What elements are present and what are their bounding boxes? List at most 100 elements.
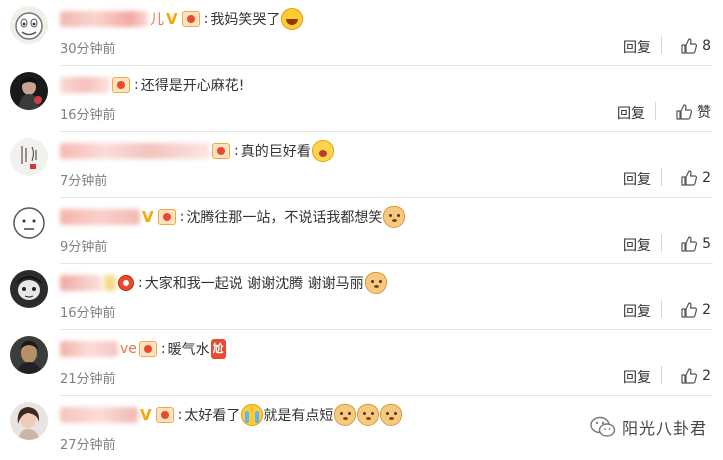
username-blurred[interactable] xyxy=(60,143,210,159)
watermark: 阳光八卦君 xyxy=(585,413,711,441)
colon: : xyxy=(160,341,166,357)
like-count: 2 xyxy=(702,302,711,318)
like-button[interactable]: 5 xyxy=(665,232,711,256)
like-button[interactable]: 2 xyxy=(665,298,711,322)
divider xyxy=(661,234,662,252)
doge-emoji-icon xyxy=(334,404,357,426)
like-count: 5 xyxy=(702,236,711,252)
doge-emoji-icon xyxy=(380,404,403,426)
avatar[interactable] xyxy=(10,270,48,308)
divider xyxy=(661,168,662,186)
divider xyxy=(661,300,662,318)
username-blurred[interactable] xyxy=(60,341,118,357)
like-count: 2 xyxy=(702,170,711,186)
avatar[interactable] xyxy=(10,204,48,242)
reply-button[interactable]: 回复 xyxy=(623,301,651,321)
colon: : xyxy=(134,77,139,93)
colon: : xyxy=(177,407,183,423)
comment-line: V : 沈腾往那一站，不说话我都想笑 xyxy=(60,206,406,228)
doge-emoji-icon xyxy=(383,206,406,228)
comment-line: 儿 V : 我妈笑哭了 xyxy=(60,8,304,30)
reply-button[interactable]: 回复 xyxy=(623,37,651,57)
comment-item: : 真的巨好看 7分钟前 回复 2 xyxy=(0,132,723,198)
username-blurred[interactable] xyxy=(60,275,102,291)
comment-item: 儿 V : 我妈笑哭了 30分钟前 回复 8 xyxy=(0,0,723,66)
thumbs-up-icon xyxy=(681,236,698,252)
like-button[interactable]: 2 xyxy=(665,364,711,388)
username-tail[interactable]: 儿 xyxy=(150,9,164,29)
timestamp: 27分钟前 xyxy=(60,438,116,453)
colon: : xyxy=(138,275,143,291)
thumbs-up-icon xyxy=(681,368,698,384)
colon: : xyxy=(179,209,185,225)
username-blurred[interactable] xyxy=(60,11,148,27)
comment-item: ve : 暖气水 尬 21分钟前 回复 2 xyxy=(0,330,723,396)
avatar[interactable] xyxy=(10,336,48,374)
comment-text-continued: 就是有点短 xyxy=(263,408,334,424)
colon: : xyxy=(203,11,209,27)
medal-icon xyxy=(212,143,230,159)
vip-v-icon: V xyxy=(166,10,178,28)
comment-text: 大家和我一起说 谢谢沈腾 谢谢马丽 xyxy=(144,276,364,292)
like-button[interactable]: 赞 xyxy=(657,100,711,124)
comment-text: 还得是开心麻花! xyxy=(140,78,245,94)
thumbs-up-icon xyxy=(681,170,698,186)
like-button[interactable]: 2 xyxy=(665,166,711,190)
doge-emoji-icon xyxy=(364,272,387,294)
username-blurred[interactable] xyxy=(60,407,138,423)
medal-icon xyxy=(157,209,176,225)
like-button[interactable]: 8 xyxy=(665,34,711,58)
divider xyxy=(661,366,662,384)
comment-line: : 还得是开心麻花! xyxy=(60,74,244,96)
reply-button[interactable]: 回复 xyxy=(623,169,651,189)
username-blurred[interactable] xyxy=(60,77,110,93)
avatar[interactable] xyxy=(10,72,48,110)
ga-sticker-icon: 尬 xyxy=(210,339,226,359)
username-blurred[interactable] xyxy=(60,209,140,225)
medal-icon xyxy=(155,407,174,423)
doge-emoji-icon xyxy=(357,404,380,426)
colon: : xyxy=(234,143,239,159)
thumbs-up-icon xyxy=(681,302,698,318)
timestamp: 30分钟前 xyxy=(60,42,116,57)
username-tail[interactable]: ve xyxy=(120,341,137,357)
cheer-emoji-icon xyxy=(311,140,334,162)
comment-line: ve : 暖气水 尬 xyxy=(60,338,226,360)
wechat-icon xyxy=(590,416,616,437)
laugh-cry-emoji-icon xyxy=(281,8,304,30)
medal-icon xyxy=(181,11,200,27)
comment-item: : 大家和我一起说 谢谢沈腾 谢谢马丽 16分钟前 回复 2 xyxy=(0,264,723,330)
medal-icon xyxy=(112,77,130,93)
comment-line: : 大家和我一起说 谢谢沈腾 谢谢马丽 xyxy=(60,272,387,294)
comment-line: : 真的巨好看 xyxy=(60,140,334,162)
comment-text: 真的巨好看 xyxy=(240,144,311,160)
like-count: 8 xyxy=(702,38,711,54)
vip-v-icon: V xyxy=(142,208,154,226)
watermark-text: 阳光八卦君 xyxy=(621,419,707,438)
avatar[interactable] xyxy=(10,6,48,44)
comment-text: 太好看了 xyxy=(184,408,241,424)
timestamp: 16分钟前 xyxy=(60,306,116,321)
like-count: 2 xyxy=(702,368,711,384)
thumbs-up-icon xyxy=(681,38,698,54)
red-medal-icon xyxy=(118,275,134,291)
comment-item: : 还得是开心麻花! 16分钟前 回复 赞 xyxy=(0,66,723,132)
reply-button[interactable]: 回复 xyxy=(617,103,645,123)
comment-text: 我妈笑哭了 xyxy=(210,12,281,28)
divider xyxy=(655,102,656,120)
user-badge-blurred xyxy=(104,275,116,291)
thumbs-up-icon xyxy=(676,104,693,120)
medal-icon xyxy=(138,341,157,357)
reply-button[interactable]: 回复 xyxy=(623,235,651,255)
comment-text: 沈腾往那一站，不说话我都想笑 xyxy=(186,210,383,226)
timestamp: 21分钟前 xyxy=(60,372,116,387)
crying-emoji-icon xyxy=(241,404,264,426)
reply-button[interactable]: 回复 xyxy=(623,367,651,387)
timestamp: 7分钟前 xyxy=(60,174,108,189)
comment-item: V : 沈腾往那一站，不说话我都想笑 9分钟前 回复 5 xyxy=(0,198,723,264)
vip-v-icon: V xyxy=(140,406,152,424)
avatar[interactable] xyxy=(10,138,48,176)
avatar[interactable] xyxy=(10,402,48,440)
comment-text: 暖气水 xyxy=(167,342,210,358)
divider xyxy=(661,36,662,54)
